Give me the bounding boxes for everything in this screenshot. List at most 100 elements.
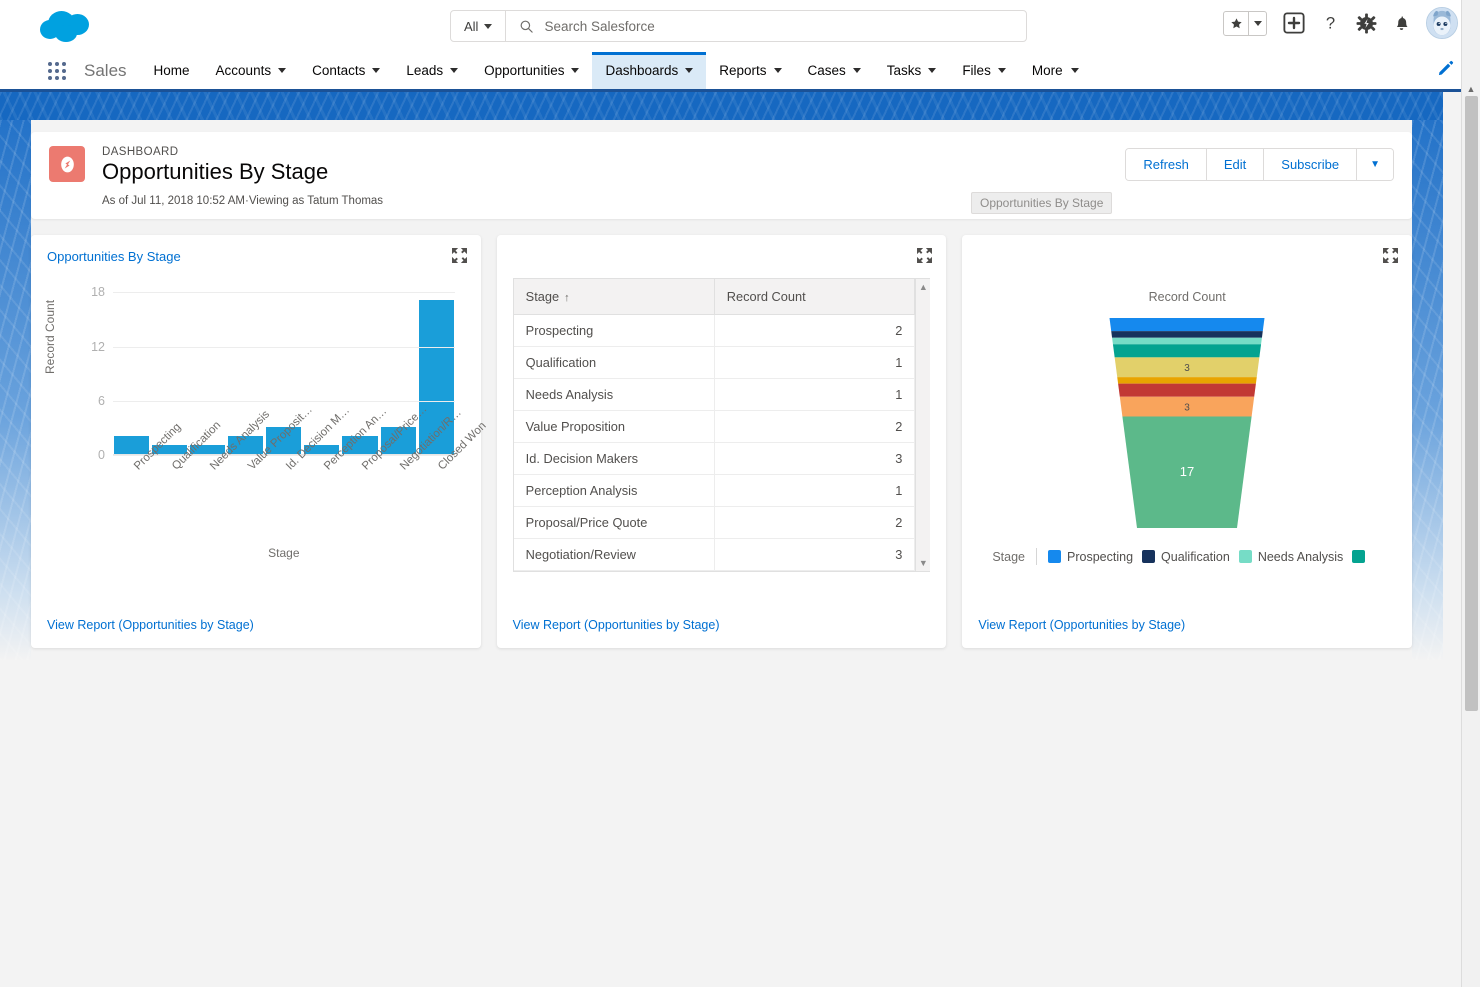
x-tick-slot: Negotiation/R… (381, 460, 416, 544)
user-avatar[interactable] (1426, 7, 1458, 39)
dashboard-filter-chip[interactable]: Opportunities By Stage (971, 192, 1112, 214)
search-input[interactable] (544, 19, 1013, 34)
add-icon[interactable] (1283, 12, 1305, 34)
cell-stage: Negotiation/Review (514, 539, 715, 571)
nav-item-accounts[interactable]: Accounts (203, 52, 300, 89)
table-row[interactable]: Qualification1 (514, 347, 915, 379)
widget-funnel-title (978, 249, 1396, 266)
funnel-segment-1[interactable] (1111, 332, 1263, 339)
bar-chart-x-axis-label: Stage (113, 546, 455, 560)
subscribe-button[interactable]: Subscribe (1264, 149, 1357, 180)
table-row[interactable]: Negotiation/Review3 (514, 539, 915, 571)
cell-stage: Needs Analysis (514, 379, 715, 411)
funnel-segment-2[interactable] (1112, 338, 1262, 345)
legend-item-qualification[interactable]: Qualification (1142, 550, 1230, 564)
nav-item-files[interactable]: Files (949, 52, 1019, 89)
scroll-up-icon[interactable]: ▲ (1462, 84, 1480, 94)
chevron-down-icon (1071, 68, 1079, 73)
chevron-down-icon (484, 24, 492, 29)
more-actions-button[interactable]: ▼ (1357, 149, 1393, 180)
table-row[interactable]: Closed Won17 (514, 571, 915, 573)
favorites-caret-icon[interactable] (1249, 12, 1266, 35)
nav-item-opportunities[interactable]: Opportunities (471, 52, 592, 89)
scroll-up-icon[interactable]: ▲ (916, 282, 930, 292)
nav-item-label: Home (154, 63, 190, 78)
gridline (113, 292, 455, 293)
dashboard-action-buttons: RefreshEditSubscribe ▼ (1125, 148, 1394, 181)
chevron-down-icon (571, 68, 579, 73)
cell-stage: Perception Analysis (514, 475, 715, 507)
favorites-group[interactable] (1223, 11, 1267, 36)
table-row[interactable]: Id. Decision Makers3 (514, 443, 915, 475)
expand-icon[interactable] (1382, 247, 1399, 264)
view-report-link[interactable]: View Report (Opportunities by Stage) (978, 618, 1396, 648)
refresh-button[interactable]: Refresh (1126, 149, 1207, 180)
table-row[interactable]: Needs Analysis1 (514, 379, 915, 411)
nav-item-more[interactable]: More (1019, 52, 1092, 89)
expand-icon[interactable] (451, 247, 468, 264)
funnel-segment-6[interactable] (1118, 384, 1256, 397)
svg-text:?: ? (1326, 14, 1335, 33)
view-report-link[interactable]: View Report (Opportunities by Stage) (47, 618, 465, 648)
legend-item-3[interactable] (1352, 550, 1365, 563)
dashboard-header-card: DASHBOARD Opportunities By Stage As of J… (31, 132, 1412, 219)
nav-item-label: Opportunities (484, 63, 564, 78)
chevron-down-icon: ▼ (1370, 159, 1380, 170)
funnel-segment-3[interactable] (1113, 345, 1261, 358)
pencil-icon[interactable] (1437, 60, 1454, 82)
nav-item-reports[interactable]: Reports (706, 52, 794, 89)
table-row[interactable]: Prospecting2 (514, 315, 915, 347)
cell-stage: Qualification (514, 347, 715, 379)
nav-item-home[interactable]: Home (141, 52, 203, 89)
table-row[interactable]: Proposal/Price Quote2 (514, 507, 915, 539)
nav-item-tasks[interactable]: Tasks (874, 52, 950, 89)
app-name-label[interactable]: Sales (70, 52, 141, 89)
cell-record-count: 2 (714, 315, 915, 347)
app-launcher-icon[interactable] (44, 62, 70, 80)
column-header-record-count[interactable]: Record Count (714, 279, 915, 315)
legend-item-prospecting[interactable]: Prospecting (1048, 550, 1133, 564)
table-row[interactable]: Perception Analysis1 (514, 475, 915, 507)
funnel-segment-0[interactable] (1110, 318, 1265, 331)
legend-divider (1036, 548, 1037, 565)
help-icon[interactable]: ? (1321, 12, 1340, 34)
nav-item-dashboards[interactable]: Dashboards (592, 52, 706, 89)
global-search[interactable]: All (450, 10, 1027, 42)
favorites-star-icon[interactable] (1224, 12, 1249, 35)
app-navigation-bar: Sales Home Accounts ContactsLeads Opportuni… (0, 52, 1480, 92)
cell-stage: Value Proposition (514, 411, 715, 443)
nav-item-label: Files (962, 63, 991, 78)
chevron-down-icon (998, 68, 1006, 73)
browser-scrollbar[interactable]: ▲ (1461, 0, 1480, 987)
funnel-segment-5[interactable] (1117, 377, 1257, 384)
scroll-down-icon[interactable]: ▼ (916, 558, 930, 568)
y-tick-label: 12 (91, 340, 105, 354)
table-scrollbar[interactable]: ▲ ▼ (915, 279, 930, 571)
notifications-bell-icon[interactable] (1393, 13, 1410, 33)
cell-stage: Id. Decision Makers (514, 443, 715, 475)
dashboard-subtitle: As of Jul 11, 2018 10:52 AM·Viewing as T… (102, 195, 383, 207)
salesforce-cloud-logo[interactable] (36, 8, 106, 44)
legend-item-needs-analysis[interactable]: Needs Analysis (1239, 550, 1343, 564)
column-header-stage[interactable]: Stage↑ (514, 279, 715, 315)
search-scope-dropdown[interactable]: All (451, 11, 506, 41)
setup-gear-icon[interactable] (1356, 13, 1377, 34)
report-table-wrapper: Stage↑ Record Count Prospecting2Qualific… (513, 278, 931, 572)
expand-icon[interactable] (916, 247, 933, 264)
cell-record-count: 1 (714, 347, 915, 379)
edit-button[interactable]: Edit (1207, 149, 1264, 180)
table-row[interactable]: Value Proposition2 (514, 411, 915, 443)
nav-item-leads[interactable]: Leads (393, 52, 471, 89)
bar-chart-x-tick-labels: ProspectingQualificationNeeds AnalysisVa… (113, 460, 455, 544)
scrollbar-thumb[interactable] (1465, 96, 1478, 711)
nav-item-label: Accounts (216, 63, 272, 78)
legend-swatch (1142, 550, 1155, 563)
x-tick-slot: Perception An… (304, 460, 339, 544)
search-field[interactable] (506, 11, 1026, 41)
chevron-down-icon (372, 68, 380, 73)
legend-swatch (1239, 550, 1252, 563)
chevron-down-icon (774, 68, 782, 73)
view-report-link[interactable]: View Report (Opportunities by Stage) (513, 618, 931, 648)
nav-item-contacts[interactable]: Contacts (299, 52, 393, 89)
nav-item-cases[interactable]: Cases (795, 52, 874, 89)
